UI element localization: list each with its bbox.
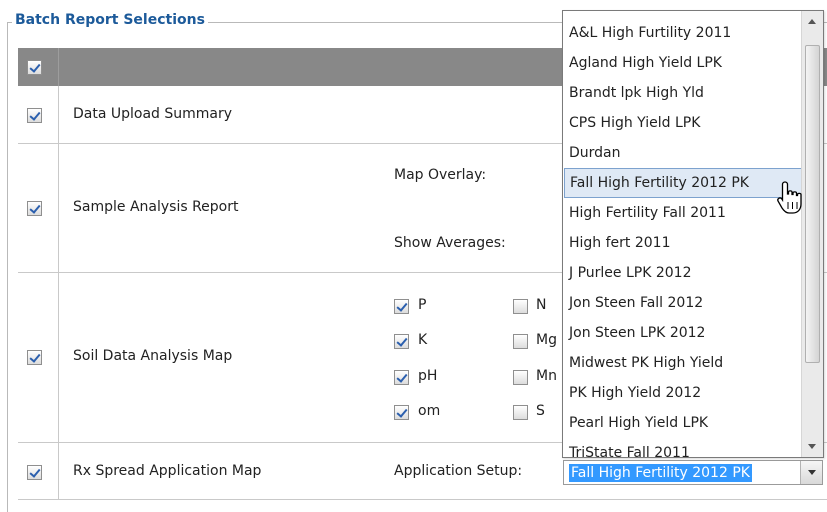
option-mg-checkbox[interactable]	[513, 334, 528, 349]
dropdown-option[interactable]: Fall High Fertility 2012 PK	[564, 168, 802, 198]
option-p-checkbox[interactable]	[394, 299, 409, 314]
dropdown-option[interactable]: Jon Steen Fall 2012	[564, 288, 802, 318]
dropdown-option[interactable]: J Purlee LPK 2012	[564, 258, 802, 288]
scroll-down-arrow-icon[interactable]	[802, 437, 823, 457]
dropdown-scrollbar[interactable]	[801, 11, 823, 457]
option-s-checkbox[interactable]	[513, 405, 528, 420]
rx-spread-checkbox[interactable]	[27, 465, 42, 480]
soil-data-checkbox[interactable]	[27, 350, 42, 365]
sample-analysis-label: Sample Analysis Report	[73, 199, 239, 215]
dropdown-option[interactable]: PK High Yield 2012	[564, 378, 802, 408]
scroll-up-arrow-icon[interactable]	[802, 11, 823, 31]
option-k-checkbox[interactable]	[394, 334, 409, 349]
option-ph-checkbox[interactable]	[394, 370, 409, 385]
dropdown-option[interactable]: Jon Steen LPK 2012	[564, 318, 802, 348]
sample-analysis-checkbox[interactable]	[27, 201, 42, 216]
option-mn-checkbox[interactable]	[513, 370, 528, 385]
option-n-label: N	[536, 297, 547, 313]
option-n-checkbox[interactable]	[513, 299, 528, 314]
dropdown-option[interactable]: TriState Fall 2011	[564, 438, 802, 457]
option-mn-label: Mn	[536, 368, 557, 384]
fieldset-legend: Batch Report Selections	[12, 12, 208, 28]
dropdown-option[interactable]: Durdan	[564, 138, 802, 168]
chevron-down-icon[interactable]	[800, 461, 822, 484]
select-current-value: Fall High Fertility 2012 PK	[569, 464, 752, 482]
option-ph-label: pH	[418, 368, 438, 384]
dropdown-option[interactable]: Pearl High Yield LPK	[564, 408, 802, 438]
hand-pointer-icon	[777, 181, 802, 214]
dropdown-option[interactable]: CPS High Yield LPK	[564, 108, 802, 138]
option-mg-label: Mg	[536, 332, 557, 348]
data-upload-checkbox[interactable]	[27, 108, 42, 123]
map-overlay-label: Map Overlay:	[394, 167, 487, 183]
application-setup-label: Application Setup:	[394, 463, 523, 479]
soil-data-label: Soil Data Analysis Map	[73, 348, 233, 364]
show-averages-label: Show Averages:	[394, 235, 506, 251]
option-p-label: P	[418, 297, 427, 313]
scrollbar-thumb[interactable]	[805, 45, 820, 363]
dropdown-option[interactable]: A&L High Furtility 2011	[564, 18, 802, 48]
data-upload-label: Data Upload Summary	[73, 106, 233, 122]
option-s-label: S	[536, 403, 545, 419]
select-all-checkbox[interactable]	[27, 60, 42, 75]
application-setup-dropdown[interactable]: A&L High Furtility 2011 Agland High Yield…	[562, 10, 824, 458]
option-om-checkbox[interactable]	[394, 405, 409, 420]
dropdown-option[interactable]: Midwest PK High Yield	[564, 348, 802, 378]
rx-spread-label: Rx Spread Application Map	[73, 463, 262, 479]
option-k-label: K	[418, 332, 428, 348]
dropdown-option[interactable]: High Fertility Fall 2011	[564, 198, 802, 228]
option-om-label: om	[418, 403, 441, 419]
application-setup-select[interactable]: Fall High Fertility 2012 PK	[563, 460, 823, 485]
dropdown-option[interactable]: Brandt lpk High Yld	[564, 78, 802, 108]
dropdown-option[interactable]: Agland High Yield LPK	[564, 48, 802, 78]
dropdown-option[interactable]: High fert 2011	[564, 228, 802, 258]
